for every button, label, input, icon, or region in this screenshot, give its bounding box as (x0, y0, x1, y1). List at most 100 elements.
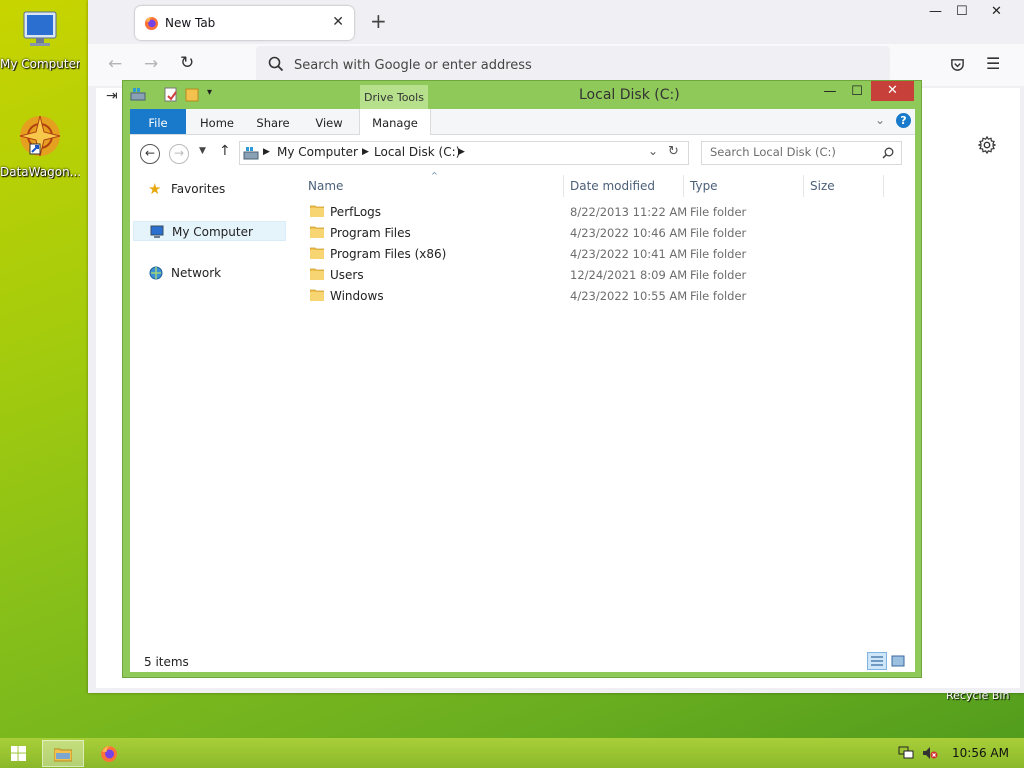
import-icon[interactable]: ⇥ (106, 88, 118, 104)
file-type: File folder (690, 268, 747, 282)
column-header-name[interactable]: Name (308, 179, 343, 193)
folder-icon (310, 205, 324, 217)
status-bar: 5 items (130, 651, 915, 672)
breadcrumb-separator-icon[interactable]: ▶ (263, 147, 270, 157)
settings-gear-icon[interactable] (978, 136, 996, 154)
taskbar-firefox-button[interactable] (88, 740, 130, 767)
table-row[interactable]: Program Files 4/23/2022 10:46 AM File fo… (298, 222, 915, 243)
forward-icon[interactable]: → (144, 54, 158, 74)
close-window-icon[interactable]: ✕ (991, 4, 1002, 19)
breadcrumb-separator-icon[interactable]: ▶ (458, 147, 465, 157)
tab-view[interactable]: View (305, 109, 353, 134)
details-view-icon[interactable] (867, 652, 887, 670)
computer-icon (150, 225, 164, 238)
table-row[interactable]: Users 12/24/2021 8:09 AM File folder (298, 264, 915, 285)
help-icon[interactable]: ? (896, 113, 911, 128)
up-icon[interactable]: ↑ (219, 143, 231, 159)
ribbon-tabs: File Home Share View Manage ⌄ ? (130, 109, 915, 135)
quick-access-dropdown-icon[interactable]: ▾ (207, 87, 212, 98)
address-bar[interactable]: Search with Google or enter address (256, 46, 890, 82)
maximize-icon[interactable]: ☐ (850, 83, 864, 103)
pocket-icon[interactable] (950, 57, 965, 72)
file-name: PerfLogs (330, 205, 382, 219)
column-header-date[interactable]: Date modified (570, 179, 655, 193)
nav-item-favorites[interactable]: ★ Favorites (133, 179, 286, 199)
file-date: 4/23/2022 10:55 AM (570, 289, 688, 303)
computer-icon (23, 11, 57, 46)
large-icons-view-icon[interactable] (891, 654, 905, 671)
volume-muted-icon[interactable] (922, 746, 938, 760)
new-tab-button[interactable]: + (370, 11, 387, 31)
file-name: Windows (330, 289, 384, 303)
properties-icon[interactable] (164, 87, 178, 102)
table-row[interactable]: PerfLogs 8/22/2013 11:22 AM File folder (298, 201, 915, 222)
star-icon: ★ (148, 180, 162, 198)
column-divider[interactable] (883, 175, 884, 197)
folder-icon (310, 247, 324, 259)
expand-ribbon-icon[interactable]: ⌄ (875, 113, 885, 127)
back-icon[interactable]: ← (140, 144, 160, 164)
search-box[interactable]: Search Local Disk (C:) (701, 141, 902, 165)
taskbar-clock[interactable]: 10:56 AM (952, 746, 1009, 760)
close-window-button[interactable]: ✕ (871, 81, 914, 101)
taskbar: 10:56 AM (0, 738, 1024, 768)
folder-icon (310, 226, 324, 238)
explorer-window: ▾ Drive Tools Local Disk (C:) — ☐ ✕ File… (122, 80, 922, 678)
browser-tab[interactable]: New Tab ✕ (135, 6, 354, 40)
minimize-icon[interactable]: — (823, 83, 837, 103)
desktop-icon-label: My Computer (0, 57, 80, 71)
column-divider[interactable] (803, 175, 804, 197)
computer-icon (243, 147, 259, 160)
nav-item-my-computer[interactable]: My Computer (133, 221, 286, 241)
nav-label: Network (171, 266, 222, 280)
maximize-icon[interactable]: ☐ (956, 4, 968, 19)
item-count: 5 items (144, 655, 189, 669)
file-name: Program Files (x86) (330, 247, 447, 261)
table-row[interactable]: Windows 4/23/2022 10:55 AM File folder (298, 285, 915, 306)
desktop-icon-datawagon[interactable]: DataWagon... (0, 112, 80, 179)
column-header-type[interactable]: Type (690, 179, 718, 193)
back-icon[interactable]: ← (108, 54, 122, 74)
minimize-icon[interactable]: — (929, 4, 942, 19)
windows-start-icon[interactable] (11, 746, 26, 761)
explorer-title-bar[interactable]: ▾ Drive Tools Local Disk (C:) — ☐ ✕ (123, 81, 921, 111)
tab-file[interactable]: File (130, 109, 186, 134)
address-bar[interactable]: ▶ My Computer ▶ Local Disk (C:) ▶ ⌄ ↻ (239, 141, 689, 165)
new-folder-icon[interactable] (185, 87, 199, 102)
explorer-body: ← → ▼ ↑ ▶ My Computer ▶ Local Disk (C:) … (130, 135, 915, 672)
datawagon-icon (19, 115, 61, 157)
tab-home[interactable]: Home (192, 109, 242, 134)
tab-share[interactable]: Share (248, 109, 298, 134)
table-row[interactable]: Program Files (x86) 4/23/2022 10:41 AM F… (298, 243, 915, 264)
network-tray-icon[interactable] (898, 746, 914, 760)
search-placeholder: Search Local Disk (C:) (710, 145, 836, 159)
taskbar-file-explorer-button[interactable] (42, 740, 84, 767)
recent-locations-icon[interactable]: ▼ (199, 146, 206, 156)
network-icon (149, 266, 163, 280)
navigation-pane: ★ Favorites My Computer Network (130, 171, 292, 651)
breadcrumb-item[interactable]: Local Disk (C:) (374, 145, 460, 159)
breadcrumb-separator-icon[interactable]: ▶ (362, 147, 369, 157)
nav-item-network[interactable]: Network (133, 263, 286, 283)
forward-icon[interactable]: → (169, 144, 189, 164)
file-type: File folder (690, 289, 747, 303)
menu-icon[interactable]: ☰ (986, 54, 1000, 73)
file-name: Users (330, 268, 364, 282)
address-dropdown-icon[interactable]: ⌄ (648, 144, 658, 158)
refresh-icon[interactable]: ↻ (668, 144, 679, 159)
desktop-icon-my-computer[interactable]: My Computer (0, 8, 80, 71)
column-divider[interactable] (563, 175, 564, 197)
close-tab-icon[interactable]: ✕ (332, 14, 344, 30)
search-icon (268, 56, 284, 72)
breadcrumb-item[interactable]: My Computer (277, 145, 358, 159)
column-divider[interactable] (683, 175, 684, 197)
column-header-size[interactable]: Size (810, 179, 835, 193)
file-date: 4/23/2022 10:41 AM (570, 247, 688, 261)
reload-icon[interactable]: ↻ (180, 53, 194, 73)
nav-label: My Computer (172, 225, 253, 239)
file-type: File folder (690, 205, 747, 219)
tab-title: New Tab (165, 16, 216, 30)
file-date: 12/24/2021 8:09 AM (570, 268, 688, 282)
drive-icon (130, 88, 146, 101)
tab-manage[interactable]: Manage (359, 109, 431, 135)
